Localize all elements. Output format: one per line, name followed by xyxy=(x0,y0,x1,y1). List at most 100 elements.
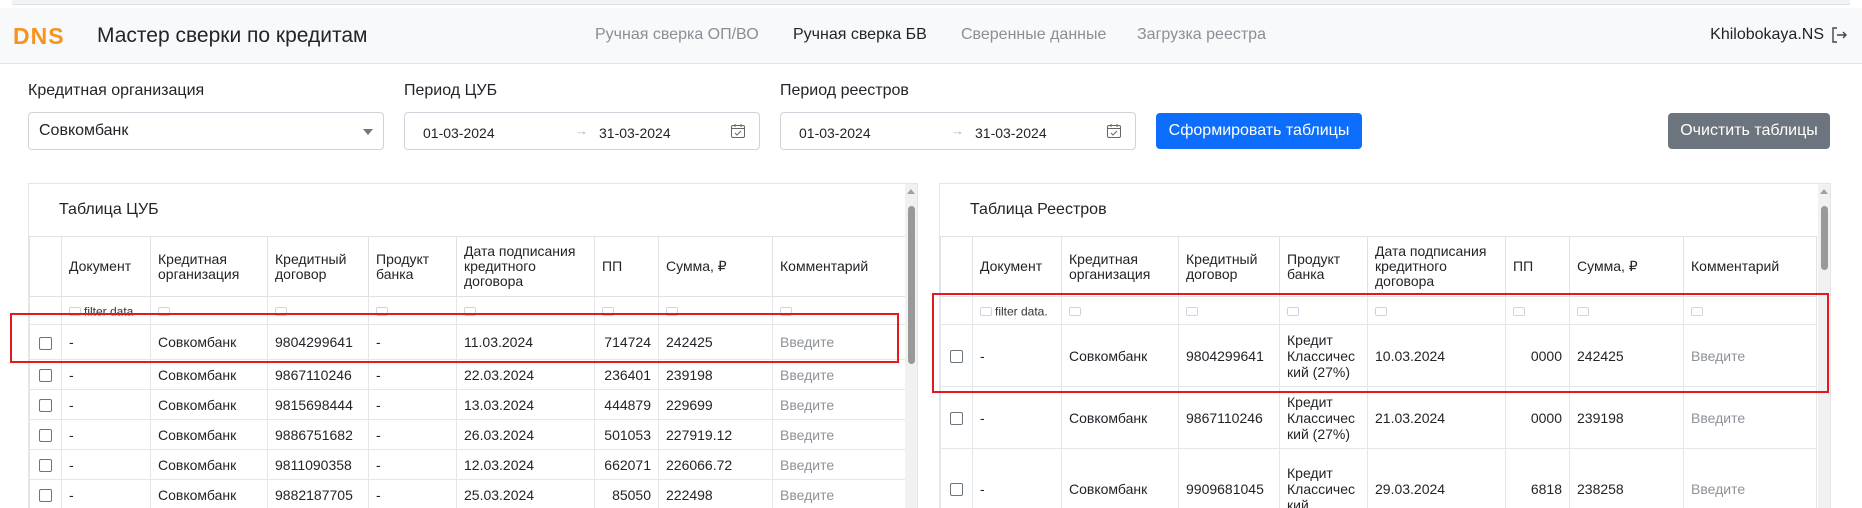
org-cell: Совкомбанк xyxy=(1061,386,1179,449)
doc-cell: - xyxy=(972,386,1062,449)
table-row[interactable]: - Совкомбанк 9886751682 - 26.03.2024 501… xyxy=(29,419,906,450)
highlight-box-registry-row xyxy=(932,293,1829,393)
row-checkbox-cell[interactable] xyxy=(29,419,62,450)
column-header[interactable]: Документ xyxy=(61,236,151,297)
column-header[interactable]: Продукт банка xyxy=(368,236,457,297)
sum-cell: 238258 xyxy=(1569,448,1684,508)
product-cell: - xyxy=(368,419,457,450)
date-cell: 22.03.2024 xyxy=(456,359,595,390)
product-cell: - xyxy=(368,449,457,480)
reg-period-range[interactable]: 01-03-2024 → 31-03-2024 xyxy=(780,112,1136,150)
column-header[interactable]: Сумма, ₽ xyxy=(658,236,773,297)
table-row[interactable]: - Совкомбанк 9867110246 Кредит Классичес… xyxy=(940,386,1817,449)
column-header[interactable]: Дата подписания кредитного договора xyxy=(456,236,595,297)
date-cell: 12.03.2024 xyxy=(456,449,595,480)
column-header[interactable]: Продукт банка xyxy=(1279,236,1368,297)
product-cell: Кредит Классичес кий (27%) xyxy=(1279,386,1368,449)
cub-date-to[interactable]: 31-03-2024 xyxy=(599,125,671,141)
column-header[interactable]: Сумма, ₽ xyxy=(1569,236,1684,297)
comment-input[interactable]: Введите xyxy=(1683,386,1817,449)
row-checkbox[interactable] xyxy=(39,429,52,443)
nav-link-registry-upload[interactable]: Загрузка реестра xyxy=(1137,25,1266,45)
date-cell: 25.03.2024 xyxy=(456,479,595,508)
row-checkbox[interactable] xyxy=(950,483,963,497)
product-cell: Кредит Классичес кий xyxy=(1279,448,1368,508)
row-checkbox-cell[interactable] xyxy=(29,359,62,390)
column-header[interactable]: ПП xyxy=(1505,236,1570,297)
column-header[interactable]: Комментарий xyxy=(772,236,906,297)
table-row[interactable]: - Совкомбанк 9811090358 - 12.03.2024 662… xyxy=(29,449,906,480)
column-header[interactable]: Комментарий xyxy=(1683,236,1817,297)
row-checkbox-cell[interactable] xyxy=(29,389,62,420)
column-header[interactable]: Кредитная организация xyxy=(150,236,268,297)
row-checkbox[interactable] xyxy=(950,412,963,426)
sum-cell: 239198 xyxy=(658,359,773,390)
comment-input[interactable]: Введите xyxy=(772,449,906,480)
table-row[interactable]: - Совкомбанк 9815698444 - 13.03.2024 444… xyxy=(29,389,906,420)
column-header[interactable]: Кредитная организация xyxy=(1061,236,1179,297)
scroll-thumb[interactable] xyxy=(908,206,915,364)
calendar-icon[interactable] xyxy=(730,123,746,139)
reg-date-from[interactable]: 01-03-2024 xyxy=(799,125,871,141)
doc-cell: - xyxy=(61,389,151,420)
clear-tables-button[interactable]: Очистить таблицы xyxy=(1668,113,1830,149)
org-label: Кредитная организация xyxy=(28,82,205,99)
column-header[interactable]: ПП xyxy=(594,236,659,297)
scroll-up-icon[interactable] xyxy=(907,189,915,194)
pp-cell: 0000 xyxy=(1505,386,1570,449)
contract-cell: 9886751682 xyxy=(267,419,369,450)
calendar-icon[interactable] xyxy=(1106,123,1122,139)
logout-icon[interactable] xyxy=(1830,26,1848,44)
cub-period-range[interactable]: 01-03-2024 → 31-03-2024 xyxy=(404,112,760,150)
nav-link-reconciled-data[interactable]: Сверенные данные xyxy=(961,25,1106,45)
sum-cell: 226066.72 xyxy=(658,449,773,480)
row-checkbox-cell[interactable] xyxy=(29,479,62,508)
row-checkbox[interactable] xyxy=(39,459,52,473)
row-checkbox-cell[interactable] xyxy=(940,386,973,449)
sum-cell: 222498 xyxy=(658,479,773,508)
pp-cell: 662071 xyxy=(594,449,659,480)
contract-cell: 9882187705 xyxy=(267,479,369,508)
nav-link-manual-op-vo[interactable]: Ручная сверка ОП/ВО xyxy=(595,25,759,45)
checkbox-column-header xyxy=(940,236,973,297)
build-tables-button[interactable]: Сформировать таблицы xyxy=(1156,113,1362,149)
cub-scrollbar[interactable] xyxy=(905,184,917,508)
contract-cell: 9815698444 xyxy=(267,389,369,420)
user-name[interactable]: Khilobokaya.NS xyxy=(1710,25,1824,45)
table-row[interactable]: - Совкомбанк 9867110246 - 22.03.2024 236… xyxy=(29,359,906,390)
column-header[interactable]: Дата подписания кредитного договора xyxy=(1367,236,1506,297)
top-strip-bar xyxy=(12,0,1850,5)
date-cell: 26.03.2024 xyxy=(456,419,595,450)
doc-cell: - xyxy=(61,449,151,480)
scroll-up-icon[interactable] xyxy=(1820,189,1828,194)
pp-cell: 501053 xyxy=(594,419,659,450)
column-header[interactable]: Документ xyxy=(972,236,1062,297)
comment-input[interactable]: Введите xyxy=(772,359,906,390)
comment-input[interactable]: Введите xyxy=(1683,448,1817,508)
row-checkbox[interactable] xyxy=(39,399,52,413)
pp-cell: 444879 xyxy=(594,389,659,420)
comment-input[interactable]: Введите xyxy=(772,479,906,508)
scroll-thumb[interactable] xyxy=(1821,206,1828,270)
cub-date-from[interactable]: 01-03-2024 xyxy=(423,125,495,141)
column-header[interactable]: Кредитный договор xyxy=(267,236,369,297)
org-select[interactable]: Совкомбанк xyxy=(28,112,384,150)
doc-cell: - xyxy=(61,479,151,508)
column-header[interactable]: Кредитный договор xyxy=(1178,236,1280,297)
dns-logo[interactable]: DNS xyxy=(13,24,85,48)
cub-period-label: Период ЦУБ xyxy=(404,82,498,99)
row-checkbox-cell[interactable] xyxy=(29,449,62,480)
table-row[interactable]: - Совкомбанк 9909681045 Кредит Классичес… xyxy=(940,448,1817,508)
contract-cell: 9867110246 xyxy=(267,359,369,390)
nav-link-manual-bv[interactable]: Ручная сверка БВ xyxy=(793,25,927,45)
reg-date-to[interactable]: 31-03-2024 xyxy=(975,125,1047,141)
product-cell: - xyxy=(368,479,457,508)
table-row[interactable]: - Совкомбанк 9882187705 - 25.03.2024 850… xyxy=(29,479,906,508)
row-checkbox[interactable] xyxy=(39,489,52,503)
row-checkbox[interactable] xyxy=(39,369,52,383)
row-checkbox-cell[interactable] xyxy=(940,448,973,508)
navbar: DNS Мастер сверки по кредитам Ручная све… xyxy=(0,8,1862,64)
comment-input[interactable]: Введите xyxy=(772,419,906,450)
date-cell: 29.03.2024 xyxy=(1367,448,1506,508)
comment-input[interactable]: Введите xyxy=(772,389,906,420)
